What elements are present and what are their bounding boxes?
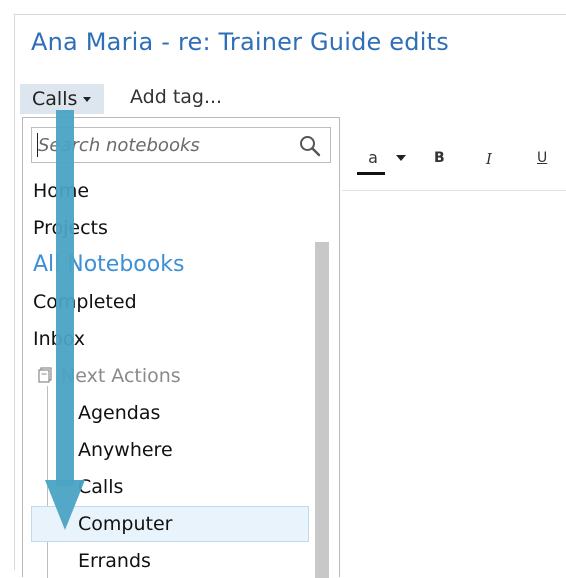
chevron-down-icon [83, 96, 92, 102]
notebook-item-all-notebooks[interactable]: All Notebooks [33, 252, 184, 277]
italic-button[interactable]: I [486, 150, 492, 168]
notebook-child-errands[interactable]: Errands [78, 550, 151, 572]
font-color-button[interactable]: a [360, 148, 386, 167]
notebook-child-agendas[interactable]: Agendas [78, 402, 160, 424]
bold-button[interactable]: B [434, 150, 445, 166]
search-icon[interactable] [298, 134, 322, 158]
add-tag-link[interactable]: Add tag... [130, 86, 222, 108]
notebook-item-projects[interactable]: Projects [33, 217, 108, 239]
toolbar-divider [342, 190, 566, 191]
dropdown-scrollbar[interactable] [315, 242, 329, 578]
notebook-item-completed[interactable]: Completed [33, 291, 137, 313]
underline-button[interactable]: U [537, 150, 547, 166]
notebook-child-anywhere[interactable]: Anywhere [78, 439, 173, 461]
notebook-item-inbox[interactable]: Inbox [33, 328, 85, 350]
page-title: Ana Maria - re: Trainer Guide edits [31, 28, 449, 56]
notebook-stack-icon [38, 367, 52, 383]
notebook-search-input[interactable] [38, 132, 288, 158]
tag-dropdown-button[interactable]: Calls [20, 84, 104, 114]
tag-dropdown-label: Calls [32, 88, 78, 110]
font-color-swatch [357, 172, 385, 175]
chevron-down-icon[interactable] [396, 155, 406, 161]
notebook-item-home[interactable]: Home [33, 180, 89, 202]
notebook-dropdown: Home Projects All Notebooks Completed In… [22, 117, 340, 578]
notebook-search-box [31, 127, 331, 163]
notebook-item-next-actions[interactable]: Next Actions [61, 365, 181, 387]
notebook-child-calls[interactable]: Calls [78, 476, 123, 498]
notebook-child-computer[interactable]: Computer [78, 513, 172, 535]
tree-connector [47, 386, 48, 578]
